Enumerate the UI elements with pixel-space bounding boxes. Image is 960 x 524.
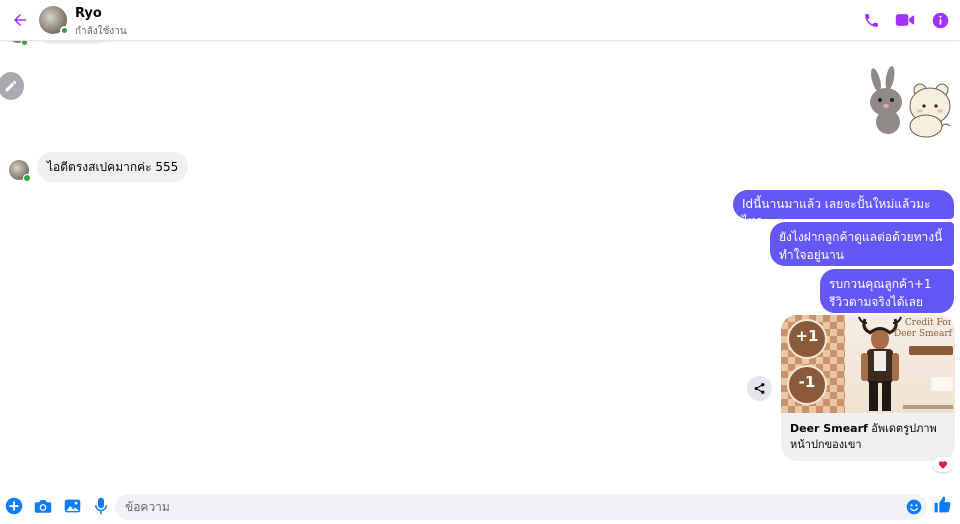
message-input[interactable] (125, 494, 895, 520)
like-button[interactable] (932, 494, 952, 514)
phone-icon (864, 13, 878, 27)
post-image: +1 -1 Credit For Deer Smearf (781, 315, 955, 413)
plus-circle-icon (5, 497, 23, 515)
image-title-text: Credit For Deer Smearf (893, 318, 952, 339)
shared-post-card[interactable]: +1 -1 Credit For Deer Smearf Deer Smearf… (781, 315, 955, 461)
voice-call-button[interactable] (861, 10, 881, 30)
camera-button[interactable] (33, 496, 53, 516)
message-composer (0, 490, 960, 524)
post-author: Deer Smearf (790, 422, 868, 435)
minus-one-badge: -1 (787, 365, 827, 405)
heart-icon (938, 461, 948, 469)
image-footer-note (903, 405, 953, 409)
outgoing-message[interactable]: Idนี้นานมาแล้ว เลยจะปั้นใหม่แล้วมะไหว (733, 190, 954, 228)
microphone-icon (95, 497, 107, 515)
camera-icon (34, 500, 52, 513)
chat-header: Ryo กำลังใช้งาน (0, 0, 960, 41)
pencil-icon (5, 80, 17, 92)
image-tag (909, 346, 953, 355)
plus-one-badge: +1 (787, 319, 827, 359)
heart-reaction[interactable] (933, 457, 953, 472)
back-arrow-icon (14, 14, 26, 26)
image-note (931, 377, 953, 391)
incoming-message[interactable]: ไอดีตรงสเปคมากค่ะ 555 (37, 152, 189, 182)
emoji-icon (906, 499, 922, 515)
messenger-chat: Ryo กำลังใช้งาน ไอดีตรงสเปคมากค่ะ 555 Id… (0, 0, 960, 524)
video-call-button[interactable] (895, 10, 915, 30)
gallery-button[interactable] (62, 496, 82, 516)
online-indicator (23, 174, 31, 182)
online-indicator (60, 26, 69, 35)
back-button[interactable] (8, 8, 32, 32)
contact-name[interactable]: Ryo (75, 6, 102, 21)
conversation-info-button[interactable] (930, 10, 950, 30)
more-actions-button[interactable] (4, 496, 24, 516)
voice-clip-button[interactable] (91, 496, 111, 516)
contact-avatar[interactable] (39, 6, 69, 35)
share-icon (754, 383, 765, 394)
contact-status: กำลังใช้งาน (75, 26, 127, 37)
message-input-wrapper (115, 494, 927, 520)
emoji-button[interactable] (905, 498, 923, 516)
bunny-bear-sticker[interactable] (862, 66, 954, 138)
info-icon (932, 12, 948, 28)
outgoing-message[interactable]: ยังไงฝากลูกค้าดูแลต่อด้วยทางนี้ ทำใจอยู่… (770, 222, 954, 266)
post-caption: Deer Smearf อัพเดตรูปภาพหน้าปกของเขา (790, 421, 948, 453)
sticker-illustration (870, 66, 951, 138)
video-camera-icon (895, 14, 915, 26)
share-button[interactable] (747, 376, 772, 401)
outgoing-message[interactable]: รบกวนคุณลูกค้า+1 รีวิวตามจริงได้เลยครับ (820, 269, 954, 327)
contact-avatar-small[interactable] (9, 160, 31, 182)
thumbs-up-icon (934, 496, 950, 512)
edit-button[interactable] (0, 72, 24, 100)
gallery-icon (64, 499, 80, 513)
